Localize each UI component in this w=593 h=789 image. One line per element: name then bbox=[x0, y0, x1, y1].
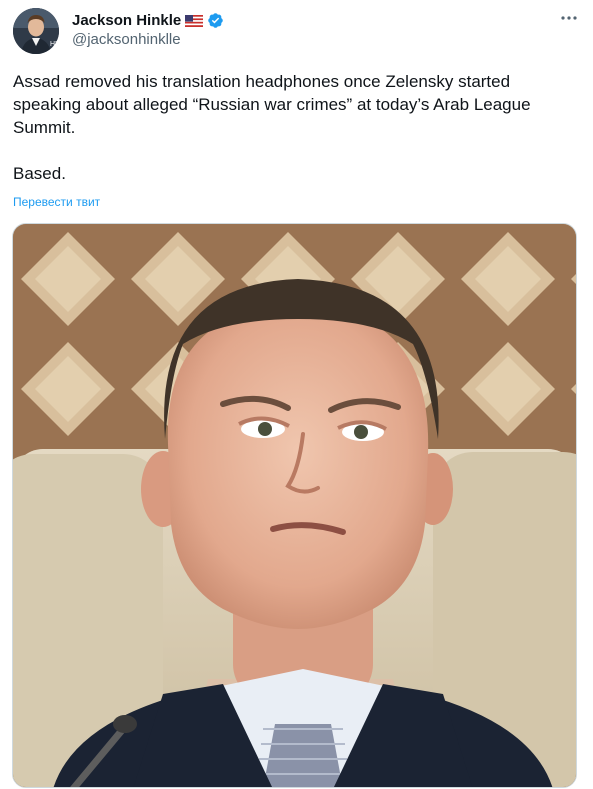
display-name[interactable]: Jackson Hinkle bbox=[72, 12, 181, 29]
handle[interactable]: @jacksonhinklle bbox=[72, 31, 553, 48]
tweet: HB Jackson Hinkle @jacksonhinklle Assad … bbox=[0, 0, 593, 789]
svg-text:HB: HB bbox=[50, 41, 59, 48]
us-flag-icon bbox=[185, 14, 204, 27]
translate-tweet-link[interactable]: Перевести твит bbox=[13, 195, 100, 209]
more-options-button[interactable] bbox=[559, 10, 579, 30]
tweet-text: Assad removed his translation headphones… bbox=[13, 72, 531, 183]
tweet-header: Jackson Hinkle @jacksonhinklle bbox=[72, 10, 553, 48]
name-row: Jackson Hinkle bbox=[72, 10, 553, 30]
verified-badge-icon bbox=[207, 12, 224, 29]
more-horizontal-icon bbox=[560, 9, 578, 32]
avatar[interactable]: HB bbox=[13, 8, 59, 54]
tweet-photo[interactable] bbox=[12, 223, 577, 788]
